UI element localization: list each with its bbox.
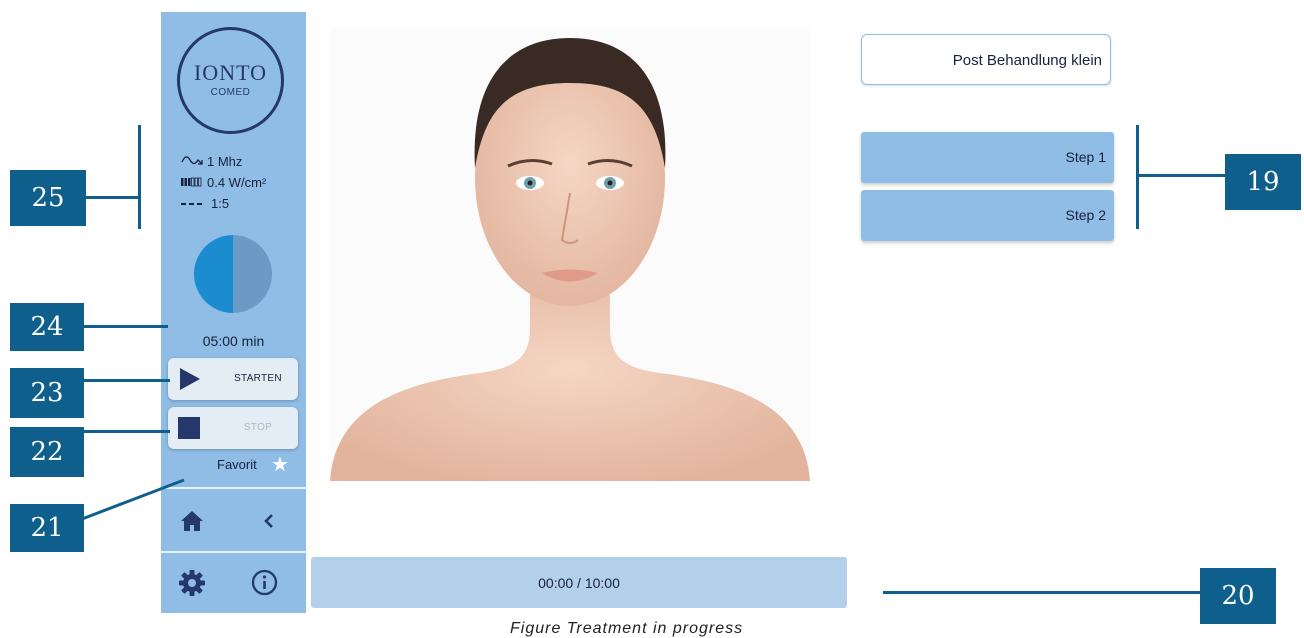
step-2-button[interactable]: Step 2 bbox=[861, 190, 1114, 241]
callout-21-line bbox=[81, 478, 185, 521]
callout-25-bracket bbox=[138, 125, 141, 229]
back-chevron-icon[interactable] bbox=[264, 513, 274, 529]
callout-20: 20 bbox=[1200, 568, 1276, 624]
ionto-logo: IONTO COMED bbox=[177, 27, 284, 134]
start-label: STARTEN bbox=[234, 373, 282, 384]
intensity-param: 0.4 W/cm² bbox=[181, 175, 266, 190]
sidebar-divider-2 bbox=[161, 551, 306, 553]
callout-24: 24 bbox=[10, 303, 84, 351]
callout-19-bracket bbox=[1136, 125, 1139, 229]
stop-button[interactable]: STOP bbox=[168, 407, 298, 449]
timer-display: 05:00 min bbox=[202, 333, 265, 349]
callout-21: 21 bbox=[10, 504, 84, 552]
callout-23-line bbox=[84, 379, 170, 382]
favorite-label: Favorit bbox=[217, 457, 257, 472]
step-1-button[interactable]: Step 1 bbox=[861, 132, 1114, 183]
play-icon bbox=[180, 368, 200, 390]
callout-22: 22 bbox=[10, 427, 84, 477]
settings-gear-icon[interactable] bbox=[179, 570, 205, 596]
start-button[interactable]: STARTEN bbox=[168, 358, 298, 400]
intensity-value: 0.4 W/cm² bbox=[207, 175, 267, 190]
wave-icon bbox=[181, 154, 207, 169]
progress-pie bbox=[194, 235, 272, 313]
callout-25-line bbox=[86, 196, 140, 199]
info-icon[interactable] bbox=[251, 569, 278, 596]
callout-19: 19 bbox=[1225, 154, 1301, 210]
session-progress-text: 00:00 / 10:00 bbox=[538, 575, 620, 591]
frequency-param: 1 Mhz bbox=[181, 154, 242, 169]
logo-main-text: IONTO bbox=[193, 60, 268, 85]
callout-23: 23 bbox=[10, 368, 84, 418]
callout-22-line bbox=[84, 430, 170, 433]
pulse-dashes-icon bbox=[181, 196, 207, 211]
face-image bbox=[330, 28, 810, 481]
stop-label: STOP bbox=[243, 422, 273, 433]
intensity-bars-icon bbox=[181, 175, 207, 190]
session-progress-bar: 00:00 / 10:00 bbox=[311, 557, 847, 608]
frequency-value: 1 Mhz bbox=[207, 154, 243, 169]
stop-icon bbox=[178, 417, 200, 439]
callout-24-line bbox=[84, 325, 168, 328]
preset-name-label: Post Behandlung klein bbox=[952, 52, 1102, 69]
callout-20-line bbox=[883, 591, 1200, 594]
step-2-label: Step 2 bbox=[1065, 207, 1106, 223]
figure-caption: Figure Treatment in progress bbox=[510, 620, 744, 637]
step-1-label: Step 1 bbox=[1065, 149, 1106, 165]
callout-19-line bbox=[1139, 174, 1225, 177]
ratio-param: 1:5 bbox=[181, 196, 229, 211]
ratio-value: 1:5 bbox=[211, 196, 230, 211]
callout-25: 25 bbox=[10, 170, 86, 226]
favorite-star-icon[interactable]: ★ bbox=[271, 455, 289, 475]
logo-sub-text: COMED bbox=[210, 87, 251, 98]
preset-name-button[interactable]: Post Behandlung klein bbox=[861, 34, 1111, 85]
